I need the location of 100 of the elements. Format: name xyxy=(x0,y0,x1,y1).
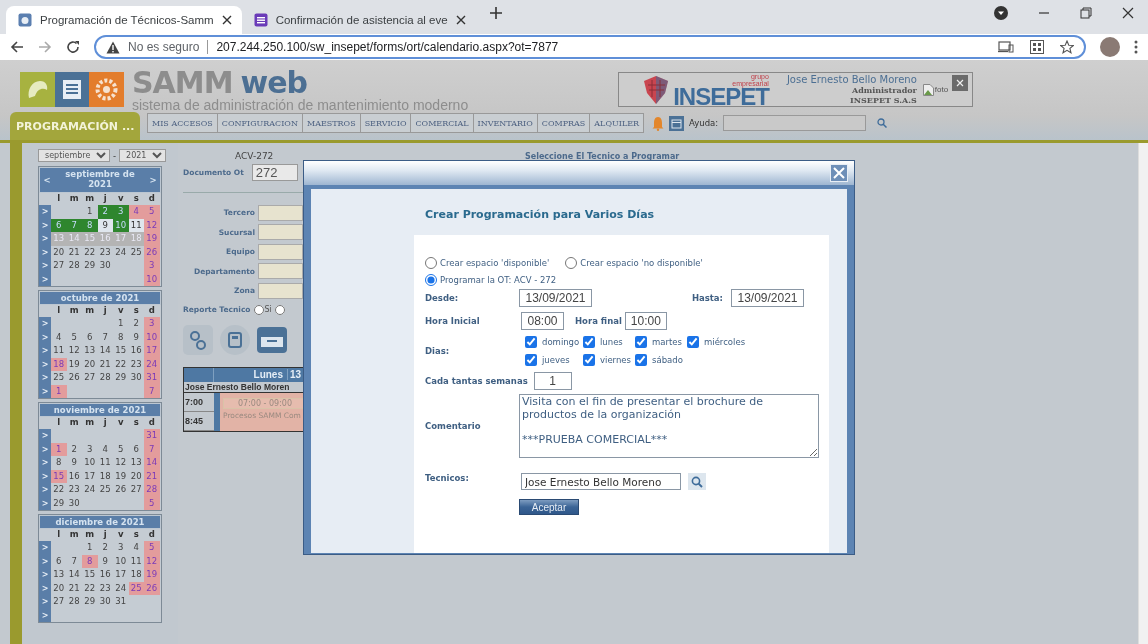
document-field[interactable]: 272 xyxy=(251,164,298,181)
day-cell[interactable]: 24 xyxy=(113,581,129,595)
day-cell[interactable]: 6 xyxy=(82,330,98,344)
date-field[interactable]: 13/09/2021 xyxy=(519,289,592,307)
day-cell[interactable]: 10 xyxy=(82,456,98,470)
day-cell[interactable]: 26 xyxy=(66,371,82,385)
menu-item[interactable]: SERVICIO xyxy=(359,113,411,133)
day-cell[interactable]: 21 xyxy=(66,245,82,259)
day-cell[interactable]: 1 xyxy=(82,205,98,219)
calculator-icon[interactable] xyxy=(220,324,250,355)
day-cell[interactable]: 8 xyxy=(113,330,129,344)
day-cell[interactable]: 30 xyxy=(97,595,113,609)
day-cell[interactable]: 27 xyxy=(51,259,67,273)
day-cell[interactable]: 8 xyxy=(51,456,67,470)
close-icon[interactable] xyxy=(1122,7,1134,19)
time-field[interactable]: 08:00 xyxy=(521,312,564,330)
day-cell[interactable]: 19 xyxy=(113,469,129,483)
day-cell[interactable]: 22 xyxy=(51,483,67,497)
week-link[interactable]: > xyxy=(39,456,51,470)
day-cell[interactable]: 27 xyxy=(82,371,98,385)
day-cell[interactable]: 24 xyxy=(82,483,98,497)
day-cell[interactable]: 12 xyxy=(113,456,129,470)
day-cell[interactable]: 23 xyxy=(66,483,82,497)
menu-item[interactable]: INVENTARIO xyxy=(472,113,537,133)
day-cell[interactable]: 2 xyxy=(97,541,113,555)
day-cell[interactable]: 24 xyxy=(113,245,129,259)
mode-radio[interactable] xyxy=(565,257,578,269)
menu-icon[interactable] xyxy=(1134,40,1138,54)
tray-icon[interactable] xyxy=(257,324,287,355)
day-cell[interactable]: 7 xyxy=(66,554,82,568)
menu-item[interactable]: COMERCIAL xyxy=(410,113,473,133)
day-cell[interactable]: 23 xyxy=(97,581,113,595)
day-cell[interactable]: 2 xyxy=(66,442,82,456)
week-link[interactable]: > xyxy=(39,429,51,443)
avatar-icon[interactable] xyxy=(1100,37,1120,57)
day-cell[interactable]: 13 xyxy=(128,456,144,470)
day-cell[interactable]: 1 xyxy=(82,541,98,555)
close-button[interactable] xyxy=(830,164,848,182)
day-cell[interactable]: 9 xyxy=(128,330,144,344)
week-link[interactable]: > xyxy=(39,232,51,246)
day-cell[interactable]: 4 xyxy=(97,442,113,456)
day-cell[interactable]: 18 xyxy=(97,469,113,483)
gears-icon[interactable] xyxy=(183,324,213,355)
day-cell[interactable]: 22 xyxy=(82,581,98,595)
day-cell[interactable]: 17 xyxy=(113,568,129,582)
grid-icon[interactable] xyxy=(1030,40,1044,54)
day-cell[interactable]: 29 xyxy=(82,259,98,273)
text-field[interactable] xyxy=(258,282,303,299)
text-field[interactable] xyxy=(258,263,303,280)
menu-item[interactable]: ALQUILER xyxy=(589,113,645,133)
month-select[interactable]: septiembre xyxy=(38,149,110,162)
day-cell[interactable]: 5 xyxy=(113,442,129,456)
number-field[interactable]: 1 xyxy=(533,372,572,390)
mode-radio[interactable] xyxy=(425,274,437,286)
day-cell[interactable]: 20 xyxy=(51,581,67,595)
day-cell[interactable]: 6 xyxy=(51,218,67,232)
day-cell[interactable]: 15 xyxy=(113,344,129,358)
day-cell[interactable]: 26 xyxy=(113,483,129,497)
week-link[interactable]: > xyxy=(39,259,51,273)
menu-item[interactable]: MIS ACCESOS xyxy=(147,113,217,133)
day-cell[interactable]: 7 xyxy=(97,330,113,344)
day-cell[interactable]: 27 xyxy=(128,483,144,497)
browser-tab[interactable]: Confirmación de asistencia al eve xyxy=(241,6,476,34)
day-cell[interactable]: 21 xyxy=(66,581,82,595)
day-cell[interactable]: 2 xyxy=(97,205,113,219)
day-checkbox[interactable] xyxy=(583,354,595,366)
week-link[interactable]: > xyxy=(39,568,51,582)
comment-field[interactable]: Visita con el fin de presentar el brochure de productos de la organización ***PRUEBA COMERCIAL*** xyxy=(519,394,819,458)
search-button[interactable] xyxy=(688,473,706,490)
year-select[interactable]: 2021 xyxy=(119,149,167,162)
day-cell[interactable]: 29 xyxy=(51,496,67,510)
day-cell[interactable]: 12 xyxy=(66,344,82,358)
day-cell[interactable]: 11 xyxy=(97,456,113,470)
report-radio[interactable] xyxy=(253,304,264,315)
day-cell[interactable]: 20 xyxy=(51,245,67,259)
day-cell[interactable]: 10 xyxy=(113,554,129,568)
day-checkbox[interactable] xyxy=(525,354,537,366)
day-cell[interactable]: 29 xyxy=(82,595,98,609)
day-cell[interactable]: 31 xyxy=(113,595,129,609)
day-cell[interactable]: 20 xyxy=(82,357,98,371)
scrollbar[interactable] xyxy=(1138,143,1148,644)
close-icon[interactable] xyxy=(455,15,466,25)
help-search-field[interactable] xyxy=(723,115,867,131)
previous-month-link[interactable]: < xyxy=(40,175,54,185)
back-icon[interactable] xyxy=(10,40,24,54)
text-field[interactable] xyxy=(258,243,303,260)
next-month-link[interactable]: > xyxy=(146,175,160,185)
menu-item[interactable]: CONFIGURACION xyxy=(216,113,302,133)
day-cell[interactable]: 15 xyxy=(82,568,98,582)
day-checkbox[interactable] xyxy=(583,336,595,348)
day-cell[interactable]: 28 xyxy=(97,371,113,385)
text-field[interactable] xyxy=(258,204,303,221)
day-cell[interactable]: 16 xyxy=(128,344,144,358)
address-bar[interactable]: No es seguro 207.244.250.100/sw_insepet/forms/ort/calendario.aspx?ot=7877 xyxy=(94,35,1086,59)
forward-icon[interactable] xyxy=(38,40,52,54)
day-cell[interactable]: 1 xyxy=(113,317,129,331)
day-cell[interactable]: 30 xyxy=(97,259,113,273)
star-icon[interactable] xyxy=(1060,40,1074,54)
day-cell[interactable]: 25 xyxy=(128,245,144,259)
text-field[interactable] xyxy=(258,224,303,241)
